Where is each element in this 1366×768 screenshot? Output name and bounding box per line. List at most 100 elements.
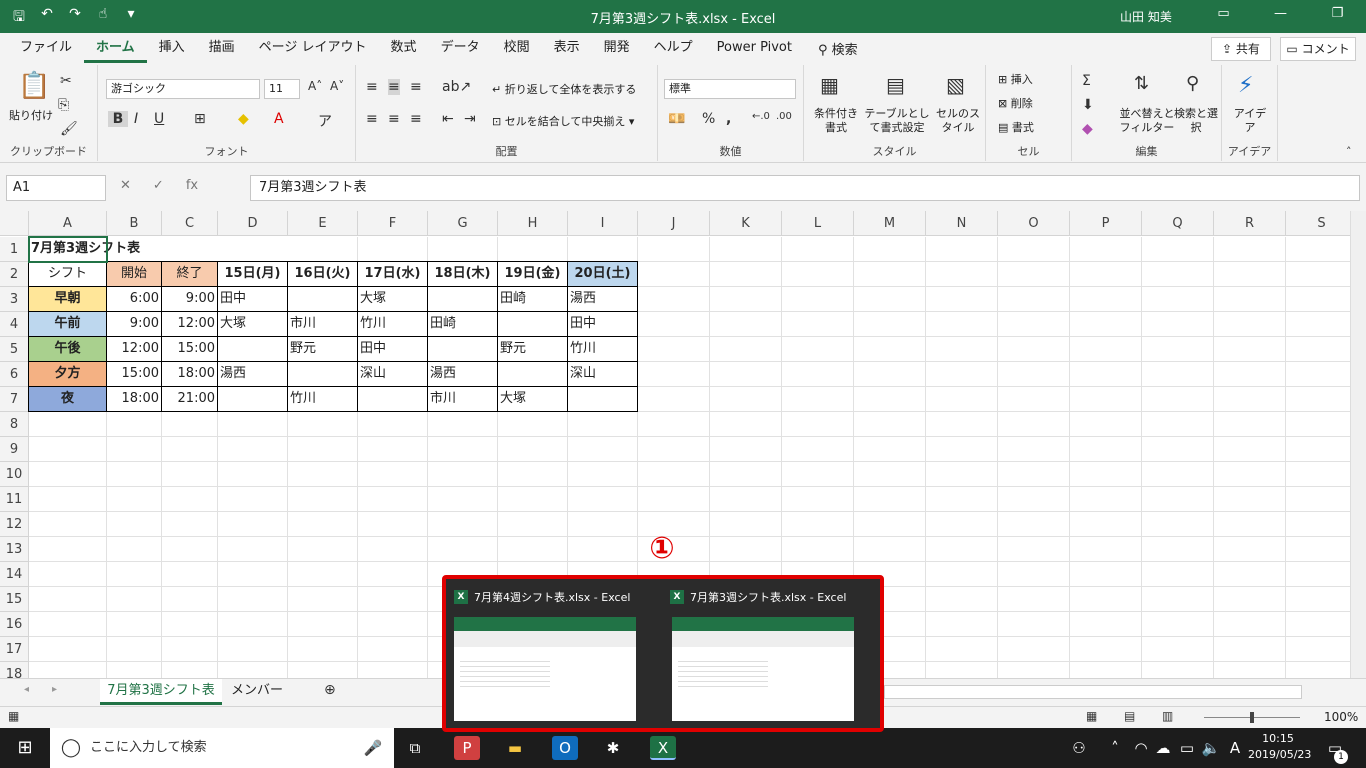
cell[interactable] xyxy=(1214,362,1286,387)
cell[interactable] xyxy=(782,487,854,512)
cell[interactable] xyxy=(782,537,854,562)
cell[interactable] xyxy=(162,562,218,587)
phonetic-icon[interactable]: ア xyxy=(318,111,332,131)
cell[interactable] xyxy=(1142,562,1214,587)
cell[interactable] xyxy=(218,437,288,462)
formula-input[interactable]: 7月第3週シフト表 xyxy=(250,175,1360,201)
cell[interactable] xyxy=(854,512,926,537)
cell[interactable] xyxy=(1070,337,1142,362)
row-header[interactable]: 4 xyxy=(0,312,29,337)
cell[interactable] xyxy=(358,637,428,662)
cell[interactable] xyxy=(29,587,107,612)
cell[interactable] xyxy=(1070,462,1142,487)
cell[interactable] xyxy=(1286,287,1350,312)
staff-cell[interactable] xyxy=(497,311,568,337)
cell[interactable] xyxy=(288,587,358,612)
comma-icon[interactable]: , xyxy=(726,111,731,127)
cell[interactable] xyxy=(998,462,1070,487)
row-header[interactable]: 5 xyxy=(0,337,29,362)
staff-cell[interactable]: 大塚 xyxy=(357,286,428,312)
cell[interactable] xyxy=(1214,612,1286,637)
cell[interactable] xyxy=(1286,662,1350,678)
cell[interactable] xyxy=(1142,637,1214,662)
column-header[interactable]: O xyxy=(998,211,1070,236)
cell[interactable] xyxy=(1142,537,1214,562)
cell[interactable] xyxy=(29,662,107,678)
cell[interactable] xyxy=(926,337,998,362)
row-header[interactable]: 10 xyxy=(0,462,29,487)
cell[interactable] xyxy=(1214,287,1286,312)
increase-decimal-icon[interactable]: ←.0 xyxy=(752,111,770,122)
cell[interactable] xyxy=(1142,387,1214,412)
cell[interactable] xyxy=(926,537,998,562)
preview-thumbnail-2[interactable] xyxy=(672,617,854,721)
page-break-view-icon[interactable]: ▥ xyxy=(1162,709,1173,723)
cell[interactable] xyxy=(218,612,288,637)
cell[interactable] xyxy=(162,437,218,462)
restore-icon[interactable]: ❐ xyxy=(1309,6,1366,21)
cell[interactable] xyxy=(854,412,926,437)
cell[interactable] xyxy=(710,337,782,362)
minimize-icon[interactable]: — xyxy=(1252,6,1309,21)
outlook-icon[interactable]: O xyxy=(552,736,578,760)
cell[interactable] xyxy=(218,462,288,487)
tab-search[interactable]: ⚲ 検索 xyxy=(818,39,858,58)
cell[interactable] xyxy=(1070,562,1142,587)
row-header[interactable]: 2 xyxy=(0,262,29,287)
format-painter-icon[interactable]: 🖌 xyxy=(60,121,78,137)
cell[interactable] xyxy=(358,512,428,537)
cell[interactable] xyxy=(162,662,218,678)
cell[interactable] xyxy=(1286,562,1350,587)
align-right-icon[interactable]: ≡ xyxy=(410,111,422,127)
decrease-font-icon[interactable]: A˅ xyxy=(330,79,344,93)
percent-icon[interactable]: % xyxy=(702,111,715,127)
cell[interactable] xyxy=(926,312,998,337)
time-cell[interactable]: 15:00 xyxy=(106,361,162,387)
windows-start-icon[interactable]: ⊞ xyxy=(12,736,38,760)
staff-cell[interactable] xyxy=(567,386,638,412)
row-header[interactable]: 1 xyxy=(0,237,29,262)
cell[interactable] xyxy=(926,262,998,287)
column-header[interactable]: F xyxy=(358,211,428,236)
cell[interactable] xyxy=(107,437,162,462)
taskbar-search[interactable]: ここに入力して検索 xyxy=(50,728,394,768)
cell[interactable] xyxy=(1142,612,1214,637)
cell[interactable] xyxy=(1214,537,1286,562)
column-header[interactable]: A xyxy=(29,211,107,236)
cell[interactable] xyxy=(1070,287,1142,312)
merge-center-button[interactable]: ⊡ セルを結合して中央揃え ▾ xyxy=(492,115,634,129)
cell[interactable] xyxy=(710,362,782,387)
cell[interactable] xyxy=(782,262,854,287)
staff-cell[interactable]: 野元 xyxy=(287,336,358,362)
column-header[interactable]: E xyxy=(288,211,358,236)
cell[interactable] xyxy=(428,462,498,487)
tab-review[interactable]: 校閲 xyxy=(492,33,542,63)
tab-view[interactable]: 表示 xyxy=(542,33,592,63)
sort-filter-button[interactable]: 並べ替えとフィルター xyxy=(1118,107,1176,135)
cell[interactable] xyxy=(638,412,710,437)
cell[interactable] xyxy=(926,462,998,487)
cell[interactable] xyxy=(710,537,782,562)
shift-name-cell[interactable]: 早朝 xyxy=(28,286,107,312)
cell[interactable] xyxy=(1286,462,1350,487)
staff-cell[interactable]: 湯西 xyxy=(567,286,638,312)
page-layout-view-icon[interactable]: ▤ xyxy=(1124,709,1135,723)
cell[interactable] xyxy=(162,487,218,512)
powerpoint-icon[interactable]: P xyxy=(454,736,480,760)
time-cell[interactable]: 18:00 xyxy=(106,386,162,412)
user-name[interactable]: 山田 知美 xyxy=(1120,8,1172,25)
cell[interactable] xyxy=(1214,437,1286,462)
cell[interactable] xyxy=(218,512,288,537)
wrap-text-button[interactable]: ↵ 折り返して全体を表示する xyxy=(492,83,636,97)
cell[interactable] xyxy=(1214,662,1286,678)
cell[interactable] xyxy=(638,262,710,287)
tab-draw[interactable]: 描画 xyxy=(197,33,247,63)
staff-cell[interactable]: 田崎 xyxy=(497,286,568,312)
cell[interactable] xyxy=(1286,487,1350,512)
cell[interactable] xyxy=(638,387,710,412)
row-header[interactable]: 11 xyxy=(0,487,29,512)
prev-sheet-icon[interactable]: ◂ xyxy=(24,684,29,695)
cell[interactable] xyxy=(568,462,638,487)
cell[interactable] xyxy=(926,612,998,637)
cell[interactable] xyxy=(428,537,498,562)
